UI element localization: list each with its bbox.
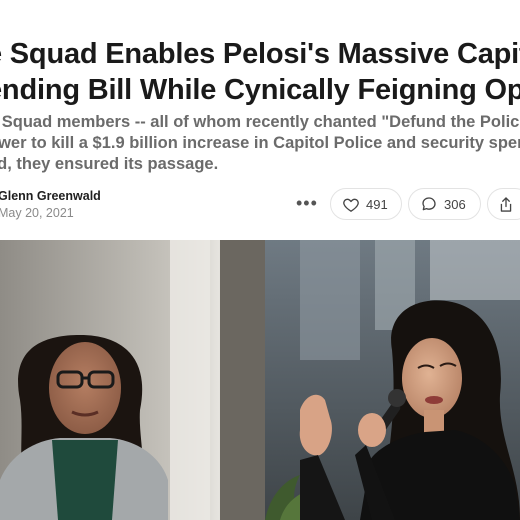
post-title[interactable]: e Squad Enables Pelosi's Massive Capitol… [0, 36, 520, 108]
cover-photo-illustration [0, 240, 520, 520]
post-subtitle-line: ower to kill a $1.9 billion increase in … [0, 134, 520, 152]
like-button[interactable]: 491 [330, 188, 402, 220]
post-date: May 20, 2021 [0, 206, 74, 220]
post-title-line: e Squad Enables Pelosi's Massive Capitol… [0, 38, 520, 70]
comment-count: 306 [444, 196, 466, 212]
author-name[interactable]: Glenn Greenwald [0, 189, 101, 203]
like-count: 491 [366, 196, 388, 212]
heart-icon [343, 197, 359, 212]
post-subtitle-line: e Squad members -- all of whom recently … [0, 113, 520, 131]
more-options-button[interactable]: ••• [296, 194, 318, 212]
share-icon [498, 196, 514, 213]
post-cover-photo[interactable] [0, 240, 520, 520]
comment-button[interactable]: 306 [408, 188, 481, 220]
post-subtitle: e Squad members -- all of whom recently … [0, 112, 520, 175]
post-header: e Squad Enables Pelosi's Massive Capitol… [0, 0, 520, 240]
post-subtitle-line: ad, they ensured its passage. [0, 155, 219, 173]
share-button[interactable] [487, 188, 520, 220]
post-title-line: ending Bill While Cynically Feigning Opp… [0, 74, 520, 106]
speech-bubble-icon [421, 196, 437, 212]
